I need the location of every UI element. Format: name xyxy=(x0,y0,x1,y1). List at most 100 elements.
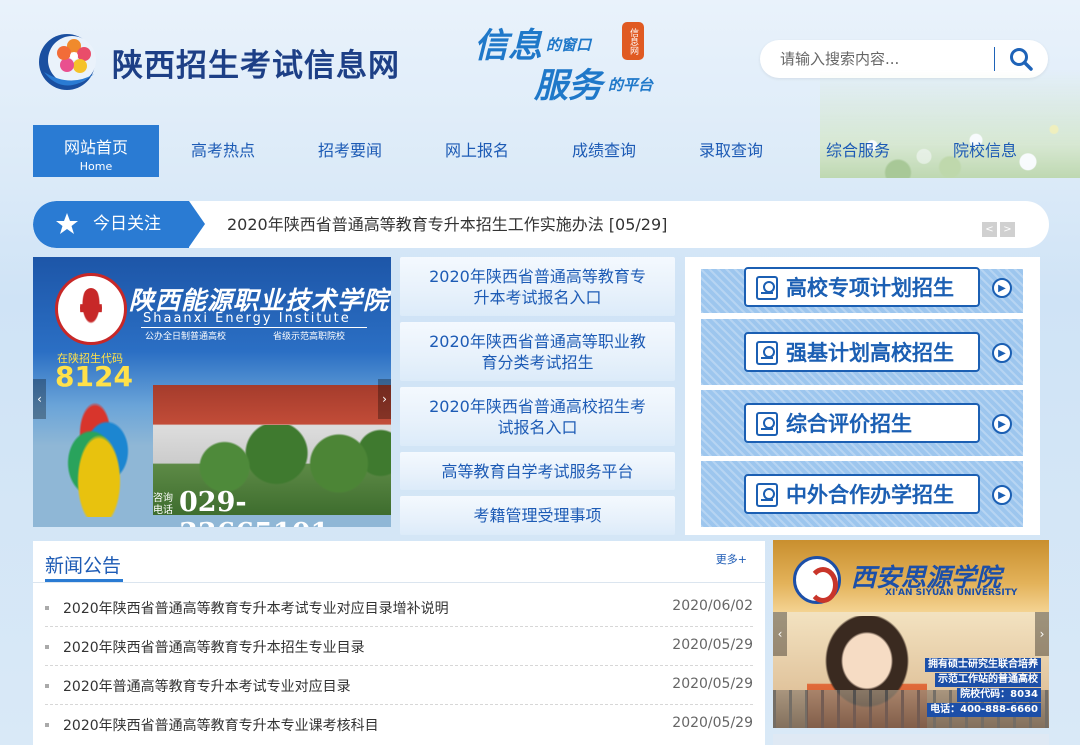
nav-item-sub: Home xyxy=(79,160,113,173)
ad-info-line: 示范工作站的普通高校 xyxy=(935,673,1041,687)
special-button-label: 综合评价招生 xyxy=(786,412,912,436)
ad-next-button[interactable]: › xyxy=(1035,612,1049,656)
slogan-part3: 服务 xyxy=(534,66,602,106)
special-button-inner: 中外合作办学招生 ▶ xyxy=(744,474,1012,514)
quick-link-self-study[interactable]: 高等教育自学考试服务平台 xyxy=(400,452,675,490)
banner-phone: 029-33665101 xyxy=(179,487,329,527)
quick-link-label: 2020年陕西省普通高等职业教育分类考试招生 xyxy=(429,331,646,372)
search-icon[interactable] xyxy=(1006,46,1036,72)
search-input[interactable] xyxy=(780,48,980,70)
quick-link-vocational[interactable]: 2020年陕西省普通高等职业教育分类考试招生 xyxy=(400,322,675,381)
nav-item-home[interactable]: 网站首页 Home xyxy=(33,125,159,177)
banner-prev-button[interactable]: ‹ xyxy=(33,379,46,419)
page: 陕西招生考试信息网 信息 的窗口 服务 的平台 信息网 网站首页 Home 高考… xyxy=(0,0,1080,745)
nav-item-services[interactable]: 综合服务 xyxy=(795,125,921,177)
quick-link-label: 考籍管理受理事项 xyxy=(473,506,602,525)
news-row-title: 2020年陕西省普通高等教育专升本考试专业对应目录增补说明 xyxy=(63,601,449,617)
quick-links: 2020年陕西省普通高等教育专升本考试报名入口 2020年陕西省普通高等职业教育… xyxy=(400,257,675,535)
banner-divider xyxy=(141,327,367,328)
special-button-label: 中外合作办学招生 xyxy=(786,483,954,507)
special-button-inner: 高校专项计划招生 ▶ xyxy=(744,267,1012,307)
ticker-next-button[interactable]: > xyxy=(1000,222,1015,237)
special-plan-button[interactable]: 高校专项计划招生 ▶ xyxy=(701,267,1023,313)
search-divider xyxy=(994,47,995,71)
arrow-right-icon: ▶ xyxy=(992,278,1012,298)
news-row[interactable]: 2020年陕西省普通高等教育专升本考试专业对应目录增补说明 2020/06/02 xyxy=(45,588,753,627)
nav-item-label: 网站首页 xyxy=(63,138,128,157)
slogan-part4: 的平台 xyxy=(608,76,654,94)
arrow-right-icon: ▶ xyxy=(992,414,1012,434)
arrow-right-icon: ▶ xyxy=(992,343,1012,363)
quick-link-upgrade-register[interactable]: 2020年陕西省普通高等教育专升本考试报名入口 xyxy=(400,257,675,316)
news-row[interactable]: 2020年普通高等教育专升本考试专业对应目录 2020/05/29 xyxy=(45,666,753,705)
document-icon xyxy=(756,341,778,365)
slogan-part1: 信息 xyxy=(474,26,542,66)
next-ad-strip[interactable] xyxy=(773,734,1049,745)
today-focus-news[interactable]: 2020年陕西省普通高等教育专升本招生工作实施办法 [05/29] xyxy=(227,201,667,248)
quick-link-records[interactable]: 考籍管理受理事项 xyxy=(400,496,675,535)
news-row-date: 2020/05/29 xyxy=(672,676,753,692)
news-header-divider xyxy=(33,582,765,583)
slogan-seal: 信息网 xyxy=(622,22,644,60)
site-logo-icon[interactable] xyxy=(34,28,104,94)
special-button-inner: 综合评价招生 ▶ xyxy=(744,403,1012,443)
nav-item-schools[interactable]: 院校信息 xyxy=(922,125,1048,177)
bullet-icon xyxy=(45,645,49,649)
news-row[interactable]: 2020年陕西省普通高等教育专升本招生专业目录 2020/05/29 xyxy=(45,627,753,666)
today-focus-bar: 今日关注 2020年陕西省普通高等教育专升本招生工作实施办法 [05/29] <… xyxy=(33,201,1049,248)
banner-tag1: 公办全日制普通高校 xyxy=(145,332,227,342)
nav-item-hot[interactable]: 高考热点 xyxy=(160,125,286,177)
ad-university-en: XI'AN SIYUAN UNIVERSITY xyxy=(885,588,1018,598)
news-panel: 新闻公告 更多+ 2020年陕西省普通高等教育专升本考试专业对应目录增补说明 2… xyxy=(33,541,765,745)
today-focus-text: 今日关注 xyxy=(93,214,161,234)
bullet-icon xyxy=(45,723,49,727)
quick-link-label: 2020年陕西省普通高校招生考试报名入口 xyxy=(429,396,646,437)
document-icon xyxy=(756,412,778,436)
ticker-prev-button[interactable]: < xyxy=(982,222,997,237)
document-icon xyxy=(756,483,778,507)
news-row-date: 2020/05/29 xyxy=(672,715,753,731)
news-row[interactable]: 2020年陕西省普通高等教育专升本专业课考核科目 2020/05/29 xyxy=(45,705,753,744)
special-button-label: 高校专项计划招生 xyxy=(786,276,954,300)
nav-item-scores[interactable]: 成绩查询 xyxy=(541,125,667,177)
news-row-title: 2020年普通高等教育专升本考试专业对应目录 xyxy=(63,679,351,695)
banner-trees xyxy=(183,425,391,495)
banner-phone-label: 咨询电话 xyxy=(153,493,173,516)
news-row-date: 2020/05/29 xyxy=(672,637,753,653)
quick-link-label: 高等教育自学考试服务平台 xyxy=(441,461,634,481)
arrow-right-icon: ▶ xyxy=(992,485,1012,505)
joint-program-button[interactable]: 中外合作办学招生 ▶ xyxy=(701,461,1023,527)
flame-logo-icon xyxy=(59,397,139,517)
university-ad[interactable]: 西安思源学院 XI'AN SIYUAN UNIVERSITY 拥有硕士研究生联合… xyxy=(773,540,1049,728)
news-row-date: 2020/06/02 xyxy=(672,598,753,614)
ad-info-line: 院校代码：8034 xyxy=(957,688,1041,702)
ad-prev-button[interactable]: ‹ xyxy=(773,612,787,656)
site-title[interactable]: 陕西招生考试信息网 xyxy=(112,40,400,85)
news-more-link[interactable]: 更多+ xyxy=(716,551,747,567)
ad-info-line: 电话：400-888-6660 xyxy=(927,703,1041,717)
school-banner[interactable]: 陕西能源职业技术学院 Shaanxi Energy Institute 公办全日… xyxy=(33,257,391,527)
university-logo-icon xyxy=(793,556,841,604)
bullet-icon xyxy=(45,684,49,688)
today-focus-label: 今日关注 xyxy=(33,201,205,248)
nav-item-news[interactable]: 招考要闻 xyxy=(287,125,413,177)
strong-base-button[interactable]: 强基计划高校招生 ▶ xyxy=(701,319,1023,385)
special-button-inner: 强基计划高校招生 ▶ xyxy=(744,332,1012,372)
banner-tag2: 省级示范高职院校 xyxy=(273,332,346,342)
news-row-title: 2020年陕西省普通高等教育专升本专业课考核科目 xyxy=(63,718,379,734)
slogan-part2: 的窗口 xyxy=(546,36,592,54)
main-nav: 网站首页 Home 高考热点 招考要闻 网上报名 成绩查询 录取查询 综合服务 … xyxy=(0,125,1080,177)
banner-code: 8124 xyxy=(55,360,133,393)
comprehensive-eval-button[interactable]: 综合评价招生 ▶ xyxy=(701,390,1023,456)
nav-item-register[interactable]: 网上报名 xyxy=(414,125,540,177)
banner-next-button[interactable]: › xyxy=(378,379,391,419)
special-button-label: 强基计划高校招生 xyxy=(786,341,954,365)
quick-link-gaokao-register[interactable]: 2020年陕西省普通高校招生考试报名入口 xyxy=(400,387,675,446)
slogan: 信息 的窗口 服务 的平台 信息网 xyxy=(472,18,682,106)
school-emblem-icon xyxy=(55,273,127,345)
document-icon xyxy=(756,276,778,300)
ticker-arrows: < > xyxy=(979,217,1015,237)
ad-info: 拥有硕士研究生联合培养 示范工作站的普通高校 院校代码：8034 电话：400-… xyxy=(925,658,1041,718)
nav-item-admission[interactable]: 录取查询 xyxy=(668,125,794,177)
star-icon xyxy=(56,213,78,234)
